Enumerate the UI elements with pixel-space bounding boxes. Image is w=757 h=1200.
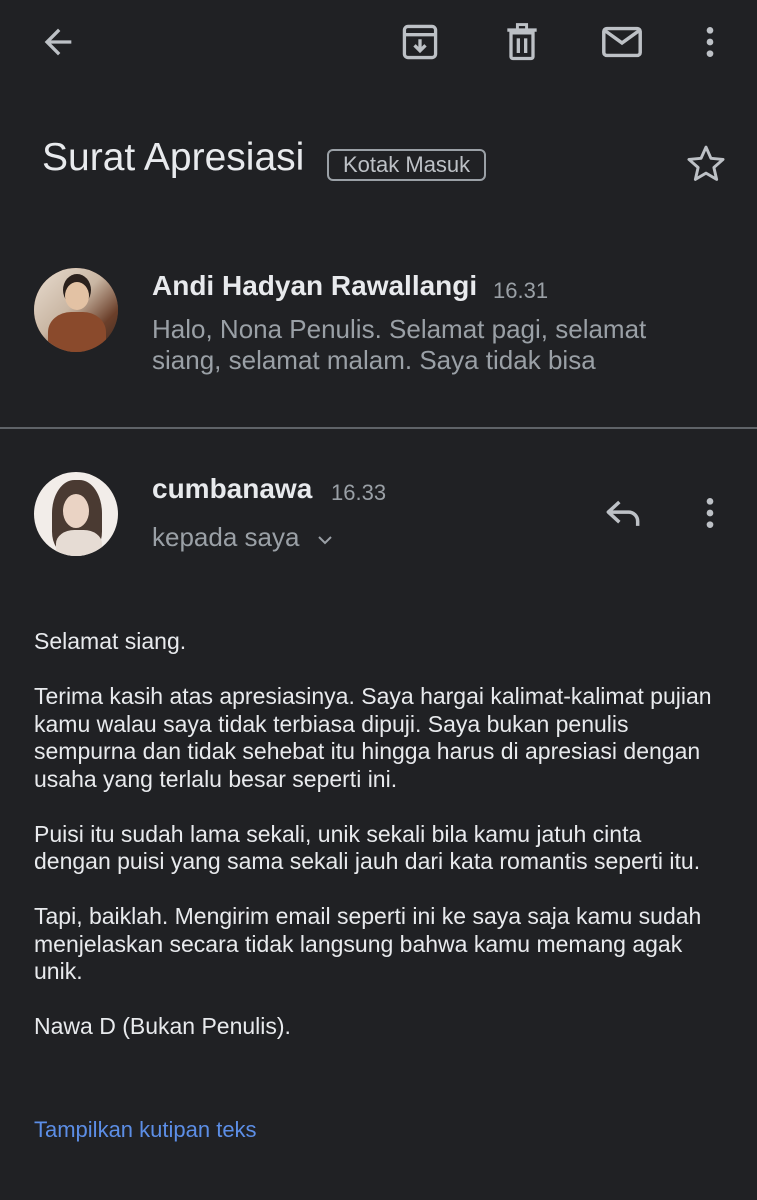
- sender-name[interactable]: cumbanawa: [152, 473, 312, 505]
- message-divider: [0, 427, 757, 429]
- trash-icon: [507, 23, 537, 61]
- more-vert-icon: [706, 498, 714, 528]
- inbox-label-chip[interactable]: Kotak Masuk: [327, 149, 487, 181]
- arrow-back-icon: [44, 28, 72, 56]
- message-body: Selamat siang. Terima kasih atas apresia…: [34, 628, 724, 1068]
- sender-avatar[interactable]: [34, 472, 118, 556]
- email-subject: Surat Apresiasi: [42, 136, 305, 179]
- recipient-label: kepada saya: [152, 522, 300, 552]
- mail-icon: [602, 26, 642, 58]
- archive-button[interactable]: [392, 16, 448, 68]
- sender-avatar[interactable]: [34, 268, 118, 352]
- body-paragraph: Tapi, baiklah. Mengirim email seperti in…: [34, 903, 702, 984]
- message-snippet[interactable]: Halo, Nona Penulis. Selamat pagi, selama…: [152, 314, 722, 376]
- chevron-down-icon: [318, 535, 333, 544]
- reply-icon: [606, 500, 640, 526]
- message-time: 16.33: [331, 480, 387, 505]
- recipient-details-toggle[interactable]: kepada saya: [152, 522, 337, 553]
- back-button[interactable]: [30, 16, 86, 68]
- more-options-button[interactable]: [688, 16, 732, 68]
- star-button[interactable]: [680, 138, 732, 190]
- message-time: 16.31: [493, 278, 549, 303]
- mark-unread-button[interactable]: [594, 16, 650, 68]
- star-outline-icon: [687, 145, 725, 181]
- body-paragraph: Nawa D (Bukan Penulis).: [34, 1013, 291, 1039]
- body-paragraph: Puisi itu sudah lama sekali, unik sekali…: [34, 820, 701, 875]
- message-more-options-button[interactable]: [688, 486, 732, 540]
- reply-button[interactable]: [596, 486, 650, 540]
- show-quoted-text-link[interactable]: Tampilkan kutipan teks: [34, 1117, 257, 1143]
- sender-name[interactable]: Andi Hadyan Rawallangi: [152, 270, 477, 302]
- body-paragraph: Terima kasih atas apresiasinya. Saya har…: [34, 683, 712, 792]
- delete-button[interactable]: [494, 16, 550, 68]
- more-vert-icon: [706, 27, 714, 57]
- body-paragraph: Selamat siang.: [34, 628, 187, 654]
- archive-icon: [402, 24, 438, 60]
